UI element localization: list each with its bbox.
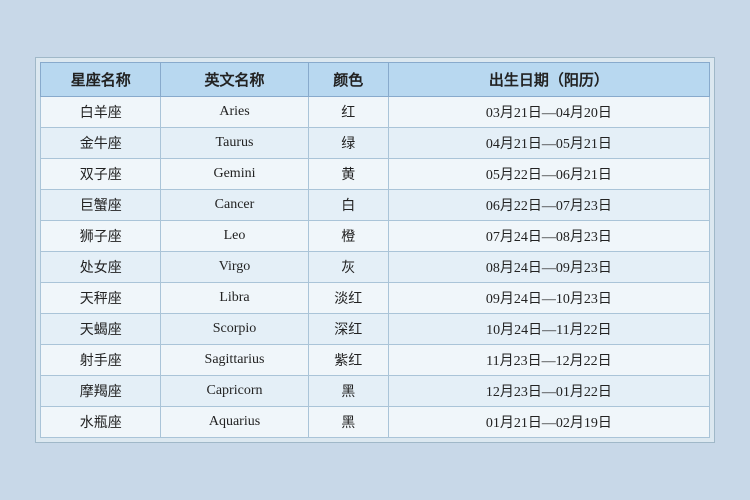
cell-date: 06月22日—07月23日	[388, 190, 709, 221]
table-row: 巨蟹座Cancer白06月22日—07月23日	[41, 190, 710, 221]
zodiac-table-container: 星座名称 英文名称 颜色 出生日期（阳历） 白羊座Aries红03月21日—04…	[35, 57, 715, 443]
cell-color: 灰	[308, 252, 388, 283]
cell-color: 红	[308, 97, 388, 128]
cell-color: 黑	[308, 407, 388, 438]
table-row: 水瓶座Aquarius黑01月21日—02月19日	[41, 407, 710, 438]
cell-english: Aquarius	[161, 407, 308, 438]
cell-date: 05月22日—06月21日	[388, 159, 709, 190]
cell-chinese: 处女座	[41, 252, 161, 283]
cell-color: 橙	[308, 221, 388, 252]
cell-date: 11月23日—12月22日	[388, 345, 709, 376]
cell-date: 12月23日—01月22日	[388, 376, 709, 407]
cell-english: Sagittarius	[161, 345, 308, 376]
cell-chinese: 射手座	[41, 345, 161, 376]
cell-date: 10月24日—11月22日	[388, 314, 709, 345]
cell-color: 黄	[308, 159, 388, 190]
cell-date: 04月21日—05月21日	[388, 128, 709, 159]
header-date: 出生日期（阳历）	[388, 63, 709, 97]
table-row: 金牛座Taurus绿04月21日—05月21日	[41, 128, 710, 159]
cell-english: Gemini	[161, 159, 308, 190]
table-header-row: 星座名称 英文名称 颜色 出生日期（阳历）	[41, 63, 710, 97]
cell-chinese: 水瓶座	[41, 407, 161, 438]
cell-color: 绿	[308, 128, 388, 159]
cell-english: Cancer	[161, 190, 308, 221]
table-row: 射手座Sagittarius紫红11月23日—12月22日	[41, 345, 710, 376]
table-body: 白羊座Aries红03月21日—04月20日金牛座Taurus绿04月21日—0…	[41, 97, 710, 438]
table-row: 狮子座Leo橙07月24日—08月23日	[41, 221, 710, 252]
cell-chinese: 天蝎座	[41, 314, 161, 345]
cell-color: 淡红	[308, 283, 388, 314]
cell-english: Leo	[161, 221, 308, 252]
table-row: 天秤座Libra淡红09月24日—10月23日	[41, 283, 710, 314]
cell-chinese: 摩羯座	[41, 376, 161, 407]
table-row: 摩羯座Capricorn黑12月23日—01月22日	[41, 376, 710, 407]
cell-chinese: 金牛座	[41, 128, 161, 159]
header-english: 英文名称	[161, 63, 308, 97]
table-row: 白羊座Aries红03月21日—04月20日	[41, 97, 710, 128]
cell-chinese: 狮子座	[41, 221, 161, 252]
cell-english: Scorpio	[161, 314, 308, 345]
cell-chinese: 白羊座	[41, 97, 161, 128]
cell-chinese: 双子座	[41, 159, 161, 190]
cell-date: 08月24日—09月23日	[388, 252, 709, 283]
cell-color: 黑	[308, 376, 388, 407]
cell-color: 紫红	[308, 345, 388, 376]
zodiac-table: 星座名称 英文名称 颜色 出生日期（阳历） 白羊座Aries红03月21日—04…	[40, 62, 710, 438]
cell-chinese: 巨蟹座	[41, 190, 161, 221]
cell-english: Taurus	[161, 128, 308, 159]
cell-english: Capricorn	[161, 376, 308, 407]
table-row: 处女座Virgo灰08月24日—09月23日	[41, 252, 710, 283]
table-row: 天蝎座Scorpio深红10月24日—11月22日	[41, 314, 710, 345]
cell-chinese: 天秤座	[41, 283, 161, 314]
cell-english: Virgo	[161, 252, 308, 283]
cell-date: 07月24日—08月23日	[388, 221, 709, 252]
cell-date: 01月21日—02月19日	[388, 407, 709, 438]
cell-english: Libra	[161, 283, 308, 314]
cell-color: 深红	[308, 314, 388, 345]
cell-date: 09月24日—10月23日	[388, 283, 709, 314]
cell-english: Aries	[161, 97, 308, 128]
header-chinese: 星座名称	[41, 63, 161, 97]
table-row: 双子座Gemini黄05月22日—06月21日	[41, 159, 710, 190]
cell-date: 03月21日—04月20日	[388, 97, 709, 128]
cell-color: 白	[308, 190, 388, 221]
header-color: 颜色	[308, 63, 388, 97]
